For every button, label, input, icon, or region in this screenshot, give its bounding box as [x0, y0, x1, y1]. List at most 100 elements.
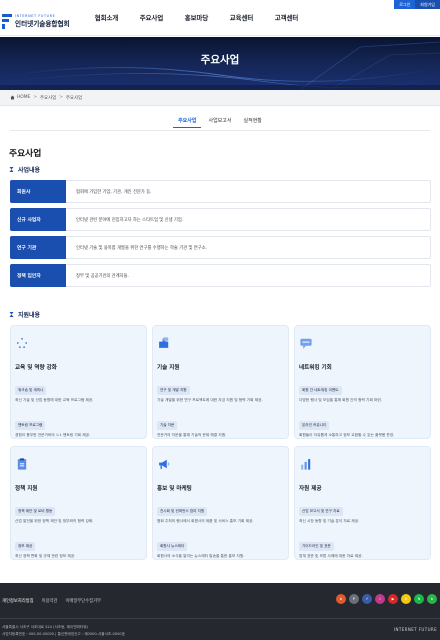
page-title: 주요사업 [9, 149, 42, 159]
business-row-desc: 협회에 가입한 기업, 기관, 개인 전문가 등. [76, 189, 152, 195]
support-tag: 워크숍 및 세미나 [15, 386, 47, 395]
business-row-label: 정책 입안자 [10, 264, 66, 287]
breadcrumb-home[interactable]: HOME [17, 95, 30, 100]
section-title-support: 지원내용 [9, 310, 40, 319]
nav-item-support[interactable]: 고객센터 [264, 9, 309, 36]
join-link[interactable]: 회원가입 [415, 0, 440, 9]
breadcrumb-level2[interactable]: 주요사업 [66, 95, 82, 101]
breadcrumb-level1[interactable]: 주요사업 [40, 95, 56, 101]
chart-icon [301, 459, 311, 470]
support-tag: 전시회 및 컨퍼런스 참여 지원 [157, 507, 208, 516]
footer-link-email[interactable]: 이메일무단수집거부 [65, 598, 101, 604]
tab-business[interactable]: 주요사업 [173, 117, 202, 128]
puzzle-icon [159, 337, 169, 348]
facebook-icon[interactable]: f [362, 594, 372, 604]
breadcrumb-separator-icon: > [59, 95, 63, 100]
support-desc: 협회 주최의 행사에서 회원사의 제품 및 서비스 홍보 기회 제공. [157, 519, 254, 523]
support-card: 홍보 및 마케팅 전시회 및 컨퍼런스 참여 지원 협회 주최의 행사에서 회원… [152, 446, 289, 560]
footer-address-line: 서울특별시 서초구 서초대로 524 (서초동, 제이앤피타워) [2, 625, 88, 629]
support-card: 정책 지원 정책 제안 및 로비 활동 산업 발전을 위한 정책 제안 및 정부… [10, 446, 147, 560]
support-tag: 멘토링 프로그램 [15, 421, 46, 430]
support-desc: 최신 시장 동향 및 기술 분석 자료 제공. [299, 519, 360, 523]
login-link[interactable]: 로그인 [394, 0, 416, 9]
youtube-icon[interactable]: ▶ [388, 594, 398, 604]
support-desc: 최신 기술 및 산업 동향에 대한 교육 프로그램 제공. [15, 398, 94, 402]
support-desc: 회원사의 소식을 알리는 뉴스레터 발송을 통한 홍보 지원. [157, 554, 245, 558]
support-desc: 다양한 행사 및 모임을 통해 회원 간의 협력 기회 마련. [299, 398, 382, 402]
breadcrumb-separator-icon: > [33, 95, 38, 100]
support-desc: 최신 정책 변화 및 규제 관련 정보 제공. [15, 554, 76, 558]
support-card: 교육 및 역량 강화 워크숍 및 세미나 최신 기술 및 산업 동향에 대한 교… [10, 325, 147, 439]
support-desc: 기술 개발을 위한 연구 프로젝트에 대한 자금 지원 및 협력 기회 제공. [157, 398, 263, 402]
support-tag: 온라인 커뮤니티 [299, 421, 330, 430]
business-row-desc: 인터넷 기술 및 융복합 개발을 위한 연구를 수행하는 학술 기관 및 연구소… [76, 245, 208, 251]
support-desc: 경험이 풍부한 전문가와의 1:1 멘토링 기회 제공. [15, 433, 91, 437]
business-row-label: 연구 기관 [10, 236, 66, 259]
kakao-icon[interactable]: K [401, 594, 411, 604]
support-tag: 기술 자문 [157, 421, 178, 430]
business-row-label: 회원사 [10, 180, 66, 203]
business-row-desc: 정부 및 공공기관의 관계자들. [76, 273, 129, 279]
support-tag: 연구 및 개발 지원 [157, 386, 190, 395]
sparkle-icon [16, 337, 28, 349]
support-tag: 회원사 뉴스레터 [157, 542, 188, 551]
support-tag: 회원 간 네트워킹 이벤트 [299, 386, 342, 395]
footer-biz-line: 사업자등록번호 : 000-00-00000 | 통신판매업신고 : 제0000… [2, 632, 125, 636]
home-icon[interactable] [10, 95, 15, 100]
section-marker-icon [9, 167, 14, 172]
business-row-desc: 인터넷 관련 분야에 진입하고자 하는 스타트업 및 신생 기업. [76, 217, 184, 223]
support-card-title: 네트워킹 기회 [299, 365, 332, 371]
megaphone-icon [159, 459, 170, 469]
footer-link-privacy[interactable]: 개인정보처리방침 [2, 598, 34, 604]
logo-mark-icon [2, 13, 12, 29]
instagram-icon[interactable]: I [375, 594, 385, 604]
utility-bar: 로그인 회원가입 [0, 0, 440, 9]
sub-tabs: 주요사업 사업보고서 실적현황 [0, 117, 440, 128]
support-tag: 정보 제공 [15, 542, 36, 551]
tab-report[interactable]: 사업보고서 [203, 117, 236, 128]
social-links: b P f I ▶ K N b [336, 594, 440, 604]
site-logo[interactable]: INTERNET FUTURE 인터넷기술융합협회 [2, 11, 70, 31]
hero-title: 주요사업 [200, 54, 240, 66]
support-desc: 산업 발전을 위한 정책 제안 및 정부와의 협력 강화. [15, 519, 94, 523]
support-desc: 전문가의 자문을 통해 기술적 문제 해결 지원. [157, 433, 227, 437]
hero-banner: 주요사업 [0, 37, 440, 90]
nav-item-promotion[interactable]: 홍보마당 [174, 9, 219, 36]
business-row: 정책 입안자 정부 및 공공기관의 관계자들. [10, 264, 431, 287]
breadcrumb: HOME > 주요사업 > 주요사업 [0, 90, 440, 106]
section-business-label: 사업내용 [18, 167, 41, 174]
naver-icon[interactable]: N [414, 594, 424, 604]
support-card-title: 홍보 및 마케팅 [157, 486, 192, 492]
support-card-title: 정책 지원 [15, 486, 38, 492]
support-card-title: 자원 제공 [299, 486, 322, 492]
footer-logo: INTERNET FUTURE [393, 627, 437, 632]
tab-performance[interactable]: 실적현황 [239, 117, 267, 128]
blog-icon[interactable]: b [336, 594, 346, 604]
utility-buttons: 로그인 회원가입 [394, 0, 440, 9]
post-icon[interactable]: P [349, 594, 359, 604]
business-row: 회원사 협회에 가입한 기업, 기관, 개인 전문가 등. [10, 180, 431, 203]
band-icon[interactable]: b [427, 594, 437, 604]
section-support-label: 지원내용 [18, 312, 41, 319]
support-card: 기술 지원 연구 및 개발 지원 기술 개발을 위한 연구 프로젝트에 대한 자… [152, 325, 289, 439]
support-cards: 교육 및 역량 강화 워크숍 및 세미나 최신 기술 및 산업 동향에 대한 교… [10, 325, 431, 560]
logo-korean: 인터넷기술융합협회 [15, 20, 70, 28]
section-marker-icon [9, 312, 14, 317]
nav-item-about[interactable]: 협회소개 [84, 9, 129, 36]
support-desc: 회원들이 자유롭게 소통하고 정보 교환할 수 있는 플랫폼 운영. [299, 433, 395, 437]
footer-address: 서울특별시 서초구 서초대로 524 (서초동, 제이앤피타워) 사업자등록번호… [2, 624, 125, 638]
footer-link-terms[interactable]: 이용약관 [42, 598, 58, 604]
support-card: 네트워킹 기회 회원 간 네트워킹 이벤트 다양한 행사 및 모임을 통해 회원… [294, 325, 431, 439]
site-footer: 개인정보처리방침 이용약관 이메일무단수집거부 b P f I ▶ K N b … [0, 583, 440, 640]
support-card: 자원 제공 산업 보고서 및 연구 자료 최신 시장 동향 및 기술 분석 자료… [294, 446, 431, 560]
nav-item-education[interactable]: 교육센터 [219, 9, 264, 36]
business-row-label: 신규 사업자 [10, 208, 66, 231]
support-tag: 정책 제안 및 로비 활동 [15, 507, 56, 516]
chat-icon [300, 338, 312, 349]
support-tag: 산업 보고서 및 연구 자료 [299, 507, 343, 516]
site-header: INTERNET FUTURE 인터넷기술융합협회 협회소개 주요사업 홍보마당… [0, 9, 440, 36]
nav-item-business[interactable]: 주요사업 [129, 9, 174, 36]
business-row: 연구 기관 인터넷 기술 및 융복합 개발을 위한 연구를 수행하는 학술 기관… [10, 236, 431, 259]
document-icon [17, 458, 27, 470]
support-card-title: 교육 및 역량 강화 [15, 365, 57, 371]
